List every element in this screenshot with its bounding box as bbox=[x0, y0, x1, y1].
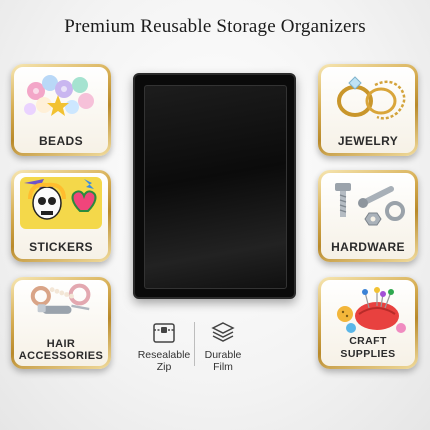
category-card-hair-accessories: HAIR ACCESSORIES bbox=[11, 277, 111, 369]
hardware-image bbox=[335, 183, 405, 226]
category-card-craft-supplies: CRAFT SUPPLIES bbox=[318, 277, 418, 369]
category-label-stickers: STICKERS bbox=[29, 240, 93, 254]
feature-label-durable: Durable Film bbox=[204, 349, 242, 373]
stickers-image bbox=[20, 177, 102, 229]
craft-supplies-image bbox=[337, 287, 406, 333]
hair-accessories-image bbox=[30, 283, 91, 314]
feature-resealable-zip: Resealable Zip bbox=[134, 320, 194, 373]
category-label-beads: BEADS bbox=[38, 134, 83, 148]
category-label-hair-accessories: HAIR ACCESSORIES bbox=[18, 338, 104, 362]
category-card-jewelry: JEWELRY bbox=[318, 64, 418, 156]
jewelry-image bbox=[337, 76, 406, 120]
feature-label-resealable: Resealable Zip bbox=[137, 349, 191, 373]
storage-bag-product bbox=[133, 73, 296, 299]
category-card-beads: BEADS bbox=[11, 64, 111, 156]
category-label-jewelry: JEWELRY bbox=[337, 134, 399, 148]
feature-durable-film: Durable Film bbox=[193, 320, 253, 373]
category-label-hardware: HARDWARE bbox=[331, 240, 405, 254]
layers-icon bbox=[211, 322, 235, 342]
category-card-stickers: STICKERS bbox=[11, 170, 111, 262]
bag-clear-window bbox=[144, 85, 287, 289]
category-card-hardware: HARDWARE bbox=[318, 170, 418, 262]
beads-image bbox=[24, 75, 94, 116]
category-label-craft-supplies: CRAFT SUPPLIES bbox=[340, 335, 396, 360]
page-title: Premium Reusable Storage Organizers bbox=[64, 16, 366, 37]
zip-icon bbox=[153, 323, 175, 343]
